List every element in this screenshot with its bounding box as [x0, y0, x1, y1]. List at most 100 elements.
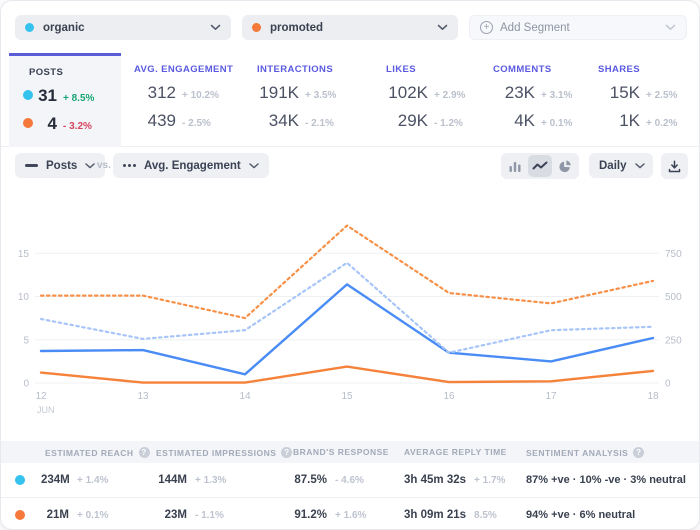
metric-label: INTERACTIONS	[257, 64, 334, 75]
add-segment-dropdown[interactable]: + Add Segment	[469, 15, 687, 40]
metric-value: 4K	[514, 111, 535, 130]
solid-line-icon	[25, 164, 38, 167]
series-b-dropdown[interactable]: Avg. Engagement	[113, 153, 269, 178]
cell-reply-time: 3h 45m 32s + 1.7%	[404, 474, 506, 486]
line-chart-button[interactable]	[527, 155, 553, 177]
bar-chart-icon	[509, 161, 521, 172]
chevron-down-icon	[85, 162, 96, 168]
series-b-label: Avg. Engagement	[144, 159, 241, 172]
metric-value: 31	[38, 86, 57, 105]
metric-row: 29K - 1.2%	[386, 111, 463, 131]
metric-value: 4	[47, 114, 57, 133]
svg-text:13: 13	[137, 391, 149, 402]
table-row-organic: 234M + 1.4% 144M + 1.3% 87.5% - 4.6% 3h 45m…	[1, 463, 699, 497]
cell-sentiment: 87% +ve · 10% -ve · 3% neutral	[526, 474, 686, 486]
svg-text:15: 15	[18, 249, 30, 260]
segment-dropdown-organic[interactable]: organic	[15, 15, 231, 40]
svg-text:750: 750	[665, 249, 682, 260]
metric-change: + 0.2%	[646, 118, 678, 129]
metric-change: - 3.2%	[63, 121, 92, 132]
metric-change: + 3.5%	[305, 90, 337, 101]
svg-text:500: 500	[665, 292, 682, 303]
interval-dropdown[interactable]: Daily	[589, 153, 653, 178]
metric-change: - 1.2%	[434, 118, 463, 129]
dotted-line-icon	[123, 164, 136, 167]
promoted-dot	[15, 509, 25, 520]
metric-value: 29K	[397, 111, 428, 130]
cell-impressions: 144M + 1.3%	[158, 474, 227, 486]
interval-label: Daily	[599, 159, 627, 172]
metric-tab-likes[interactable]: LIKES 102K + 2.9% 29K - 1.2%	[386, 53, 486, 147]
th-average-reply-time: AVERAGE REPLY TIME	[404, 447, 507, 457]
metric-value: 23K	[504, 83, 535, 102]
chart-area[interactable]: 0 5 10 15 0 250 500 750 12 13 14 15 16 17 18 JUN	[1, 191, 699, 436]
info-icon[interactable]: ?	[633, 447, 645, 458]
metric-value: 439	[147, 111, 176, 130]
pie-chart-button[interactable]	[552, 155, 577, 177]
line-chart-icon	[532, 161, 548, 170]
chevron-down-icon	[665, 24, 676, 30]
info-icon[interactable]: ?	[138, 447, 150, 458]
cell-brand-response: 87.5% - 4.6%	[294, 474, 364, 486]
metric-row: 4K + 0.1%	[493, 111, 572, 131]
metric-tab-comments[interactable]: COMMENTS 23K + 3.1% 4K + 0.1%	[493, 53, 593, 147]
svg-text:14: 14	[239, 391, 251, 402]
bar-chart-button[interactable]	[503, 155, 528, 177]
metric-row: 1K + 0.2%	[598, 111, 677, 131]
table-header-row: ESTIMATED REACH? ESTIMATED IMPRESSIONS? …	[1, 441, 699, 463]
metric-change: + 3.1%	[541, 90, 573, 101]
vs-label: vs.	[97, 160, 111, 171]
metric-value: 312	[147, 83, 176, 102]
metric-label: LIKES	[386, 64, 416, 75]
svg-text:10: 10	[18, 292, 30, 303]
metric-change: + 10.2%	[182, 90, 219, 101]
organic-dot	[15, 475, 25, 485]
cell-brand-response: 91.2% + 1.6%	[294, 508, 367, 521]
th-sentiment-analysis: SENTIMENT ANALYSIS?	[526, 447, 645, 458]
table-row-promoted: 21M + 0.1% 23M - 1.1% 91.2% + 1.6% 3h 09m 2…	[1, 497, 699, 529]
metrics-strip: POSTS 31 + 8.5% 4 - 3.2% AVG. ENGAGEMENT…	[1, 53, 699, 147]
cell-reach: 21M + 0.1%	[46, 508, 109, 521]
svg-text:0: 0	[23, 379, 29, 390]
organic-dot	[23, 90, 33, 100]
svg-text:17: 17	[545, 391, 557, 402]
metric-row: 31 + 8.5%	[35, 86, 94, 106]
chart-type-toggle	[501, 153, 579, 179]
series-a-dropdown[interactable]: Posts	[15, 153, 106, 178]
segment-organic-label: organic	[43, 21, 85, 34]
metric-change: + 0.1%	[541, 118, 573, 129]
segment-dropdown-promoted[interactable]: promoted	[242, 15, 458, 40]
metric-value: 15K	[609, 83, 640, 102]
svg-text:15: 15	[341, 391, 353, 402]
metric-tab-avg-engagement[interactable]: AVG. ENGAGEMENT 312 + 10.2% 439 - 2.5%	[134, 53, 252, 147]
metric-tab-posts[interactable]: POSTS 31 + 8.5% 4 - 3.2%	[9, 53, 121, 147]
add-segment-label: Add Segment	[500, 21, 570, 34]
chart-svg: 0 5 10 15 0 250 500 750 12 13 14 15 16 17 18 JUN	[18, 224, 682, 415]
th-brands-response: BRAND'S RESPONSE	[293, 447, 389, 457]
metric-tab-shares[interactable]: SHARES 15K + 2.5% 1K + 0.2%	[598, 53, 693, 147]
metric-row: 23K + 3.1%	[493, 83, 573, 103]
plus-circle-icon: +	[480, 21, 493, 34]
svg-text:12: 12	[35, 391, 47, 402]
metric-tab-interactions[interactable]: INTERACTIONS 191K + 3.5% 34K - 2.1%	[257, 53, 375, 147]
promoted-dot	[23, 118, 33, 128]
chevron-down-icon	[210, 24, 221, 30]
download-icon	[668, 159, 681, 172]
th-estimated-impressions: ESTIMATED IMPRESSIONS?	[156, 447, 293, 458]
metric-label: COMMENTS	[493, 64, 552, 75]
metric-value: 1K	[619, 111, 640, 130]
svg-text:0: 0	[665, 379, 671, 390]
series-a-label: Posts	[46, 159, 78, 172]
svg-text:5: 5	[23, 335, 29, 346]
metric-row: 191K + 3.5%	[257, 83, 336, 103]
download-button[interactable]	[661, 153, 688, 179]
metric-change: + 2.5%	[646, 90, 678, 101]
metric-label: POSTS	[29, 67, 64, 78]
metric-value: 34K	[268, 111, 299, 130]
metric-row: 4 - 3.2%	[35, 114, 92, 134]
metric-value: 191K	[259, 83, 299, 102]
metric-row: 439 - 2.5%	[134, 111, 211, 131]
metric-row: 34K - 2.1%	[257, 111, 334, 131]
chevron-down-icon	[437, 24, 448, 30]
info-icon[interactable]: ?	[281, 447, 293, 458]
